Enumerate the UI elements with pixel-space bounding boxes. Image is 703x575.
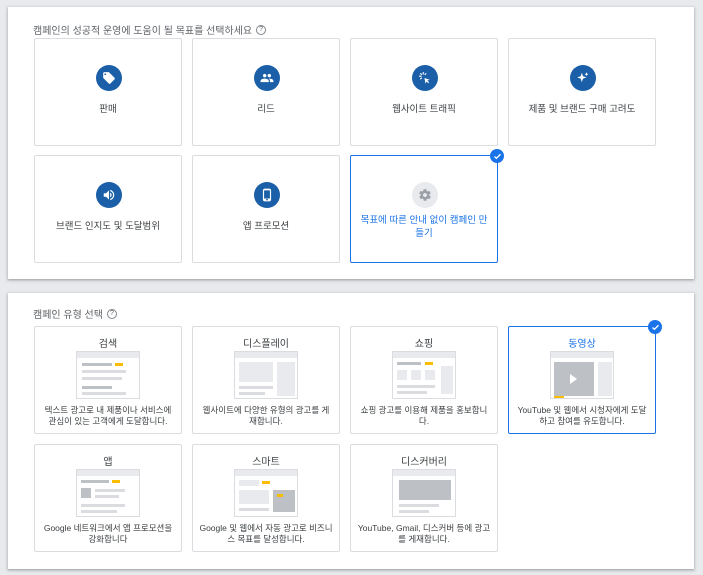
goal-label: 브랜드 인지도 및 도달범위 (55, 221, 161, 232)
goal-card-no-guidance[interactable]: 목표에 따른 안내 없이 캠페인 만들기 (350, 149, 504, 263)
people-icon (254, 65, 280, 91)
type-label: 검색 (98, 339, 118, 350)
discovery-illustration (392, 469, 456, 517)
type-card-video[interactable]: 동영상 YouTube 및 웹에서 시청자에게 도달하고 참여를 유도합니다. (508, 320, 662, 434)
goal-label: 리드 (257, 104, 275, 115)
goal-label: 목표에 따른 안내 없이 캠페인 만들기 (360, 215, 488, 239)
speaker-icon (96, 182, 122, 208)
goal-label: 판매 (99, 104, 117, 115)
type-description: YouTube 및 웹에서 시청자에게 도달하고 참여를 유도합니다. (517, 405, 647, 426)
goal-label: 제품 및 브랜드 구매 고려도 (528, 104, 636, 115)
cursor-click-icon (412, 65, 438, 91)
goal-card-consideration[interactable]: 제품 및 브랜드 구매 고려도 (508, 38, 656, 146)
goal-card-website-traffic[interactable]: 웹사이트 트래픽 (350, 38, 498, 146)
app-illustration (76, 469, 140, 517)
type-card-shopping[interactable]: 쇼핑 쇼핑 광고를 이용해 제품을 홍보합니다. (350, 326, 498, 434)
type-card-app[interactable]: 앱 Google 네트워크에서 앱 프로모션을 강화합니다 (34, 444, 182, 552)
type-label: 디스플레이 (243, 339, 289, 350)
type-description: YouTube, Gmail, 디스커버 등에 광고를 게재합니다. (357, 523, 491, 544)
tag-icon (96, 65, 122, 91)
goal-label: 앱 프로모션 (242, 221, 290, 232)
gear-icon (412, 182, 438, 208)
smart-illustration (234, 469, 298, 517)
check-icon (648, 320, 662, 334)
type-card-discovery[interactable]: 디스커버리 YouTube, Gmail, 디스커버 등에 광고를 게재합니다. (350, 444, 498, 552)
display-illustration (234, 351, 298, 399)
question-circle-icon[interactable]: ? (106, 308, 117, 319)
type-description: 쇼핑 광고를 이용해 제품을 홍보합니다. (360, 405, 488, 426)
type-label: 디스커버리 (401, 457, 447, 468)
type-label: 동영상 (568, 339, 596, 350)
shopping-illustration (392, 351, 456, 399)
type-label: 스마트 (252, 457, 280, 468)
search-illustration (76, 351, 140, 399)
goal-section-title: 캠페인의 성공적 운영에 도움이 될 목표를 선택하세요 ? (33, 22, 267, 37)
goal-card-brand-awareness[interactable]: 브랜드 인지도 및 도달범위 (34, 155, 182, 263)
video-illustration (550, 351, 614, 399)
goal-selection-panel: 캠페인의 성공적 운영에 도움이 될 목표를 선택하세요 ? 판매 리드 웹사이… (8, 7, 694, 279)
goal-card-sales[interactable]: 판매 (34, 38, 182, 146)
play-icon (570, 374, 577, 384)
goal-label: 웹사이트 트래픽 (392, 104, 456, 115)
phone-icon (254, 182, 280, 208)
sparkle-icon (570, 65, 596, 91)
type-label: 앱 (103, 457, 113, 468)
type-card-display[interactable]: 디스플레이 웹사이트에 다양한 유형의 광고를 게재합니다. (192, 326, 340, 434)
type-description: 웹사이트에 다양한 유형의 광고를 게재합니다. (202, 405, 330, 426)
goal-card-leads[interactable]: 리드 (192, 38, 340, 146)
type-description: 텍스트 광고로 내 제품이나 서비스에 관심이 있는 고객에게 도달합니다. (44, 405, 172, 426)
question-circle-icon[interactable]: ? (256, 24, 267, 35)
type-label: 쇼핑 (414, 339, 434, 350)
type-card-smart[interactable]: 스마트 Google 및 웹에서 자동 광고로 비즈니스 목표를 달성합니다. (192, 444, 340, 552)
type-section-title: 캠페인 유형 선택 ? (33, 306, 117, 321)
type-description: Google 네트워크에서 앱 프로모션을 강화합니다 (43, 523, 173, 544)
type-description: Google 및 웹에서 자동 광고로 비즈니스 목표를 달성합니다. (199, 523, 333, 544)
type-card-search[interactable]: 검색 텍스트 광고로 내 제품이나 서비스에 관심이 있는 고객에게 도달합니다… (34, 326, 182, 434)
check-icon (490, 149, 504, 163)
goal-card-app-promotion[interactable]: 앱 프로모션 (192, 155, 340, 263)
campaign-type-panel: 캠페인 유형 선택 ? 검색 텍스트 광고로 내 제품이나 서비스에 관심이 있… (8, 293, 694, 569)
